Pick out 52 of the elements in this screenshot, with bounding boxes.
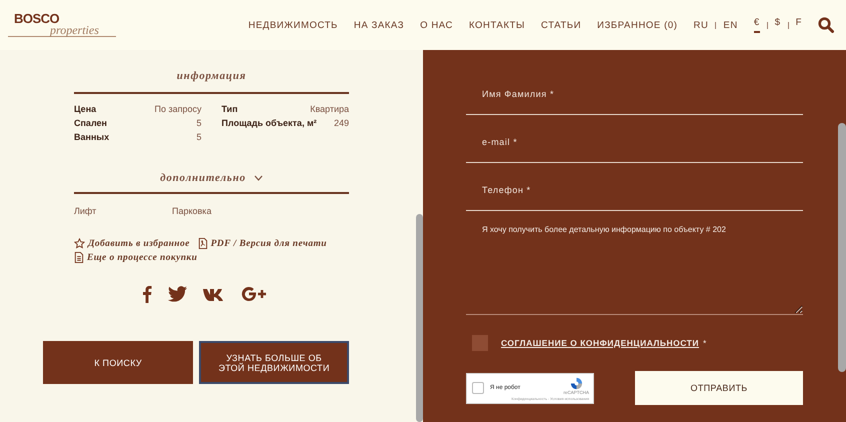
more-info-button[interactable]: УЗНАТЬ БОЛЬШЕ ОБ ЭТОЙ НЕДВИЖИМОСТИ bbox=[199, 341, 349, 384]
action-link[interactable]: Еще о процессе покупки bbox=[87, 252, 198, 262]
pdf-icon bbox=[198, 238, 208, 249]
search-icon[interactable] bbox=[818, 17, 834, 33]
captcha-checkbox[interactable] bbox=[472, 382, 484, 394]
recaptcha-icon bbox=[570, 376, 583, 390]
feature: Парковка bbox=[172, 206, 212, 216]
section-title[interactable]: дополнительно bbox=[160, 172, 246, 184]
text-field[interactable]: e-mail * bbox=[466, 115, 803, 163]
field-label: Спален bbox=[74, 118, 107, 128]
nav-link[interactable]: О НАС bbox=[420, 20, 453, 30]
back-to-search-button[interactable]: К ПОИСКУ bbox=[43, 341, 194, 384]
agreement-link[interactable]: СОГЛАШЕНИЕ О КОНФИДЕНЦИАЛЬНОСТИ bbox=[501, 338, 699, 348]
nav-link[interactable]: ИЗБРАННОЕ (0) bbox=[597, 20, 678, 30]
submit-button[interactable]: ОТПРАВИТЬ bbox=[635, 371, 803, 405]
vk-icon[interactable] bbox=[203, 288, 225, 300]
scrollbar[interactable] bbox=[416, 214, 423, 422]
section-title: информация bbox=[176, 70, 246, 82]
scrollbar[interactable] bbox=[838, 123, 846, 372]
facebook-icon[interactable] bbox=[142, 285, 152, 303]
field-value: 5 bbox=[196, 118, 202, 128]
currency-link[interactable]: F bbox=[796, 17, 802, 33]
action-link[interactable]: Добавить в избранное bbox=[88, 238, 190, 248]
nav-link[interactable]: КОНТАКТЫ bbox=[468, 20, 526, 30]
required-mark: * bbox=[703, 338, 707, 348]
logo[interactable]: BOSCO properties bbox=[8, 13, 116, 37]
field-label: Цена bbox=[74, 104, 96, 114]
nav-link[interactable]: НЕДВИЖИМОСТЬ bbox=[248, 20, 338, 30]
chevron-icon[interactable] bbox=[254, 175, 263, 181]
twitter-icon[interactable] bbox=[168, 286, 187, 302]
nav-link[interactable]: НА ЗАКАЗ bbox=[354, 20, 404, 30]
language-link[interactable]: EN bbox=[723, 20, 738, 30]
currency-link[interactable]: € bbox=[754, 17, 760, 33]
star-icon bbox=[74, 238, 85, 249]
field-value: 5 bbox=[196, 132, 202, 142]
field-value: 249 bbox=[334, 118, 349, 128]
checkbox[interactable] bbox=[472, 335, 488, 351]
field-label: Тип bbox=[222, 104, 238, 114]
field-label: Площадь объекта, м² bbox=[222, 118, 317, 128]
document-icon bbox=[74, 252, 84, 263]
currency-link[interactable]: $ bbox=[774, 17, 781, 33]
nav-link[interactable]: СТАТЬИ bbox=[541, 20, 582, 30]
action-link[interactable]: PDF / Версия для печати bbox=[210, 238, 327, 248]
text-field[interactable]: Телефон * bbox=[466, 163, 803, 211]
feature: Лифт bbox=[74, 206, 98, 216]
field-value: По запросу bbox=[154, 104, 202, 114]
field-label: Ванных bbox=[74, 132, 110, 142]
message-field[interactable]: Я хочу получить более детальную информацию по объекту # 202 bbox=[466, 211, 803, 315]
text-field[interactable]: Имя Фамилия * bbox=[466, 67, 803, 115]
language-link[interactable]: RU bbox=[693, 20, 708, 30]
field-value: Квартира bbox=[310, 104, 349, 114]
google-plus-icon[interactable] bbox=[241, 286, 268, 302]
